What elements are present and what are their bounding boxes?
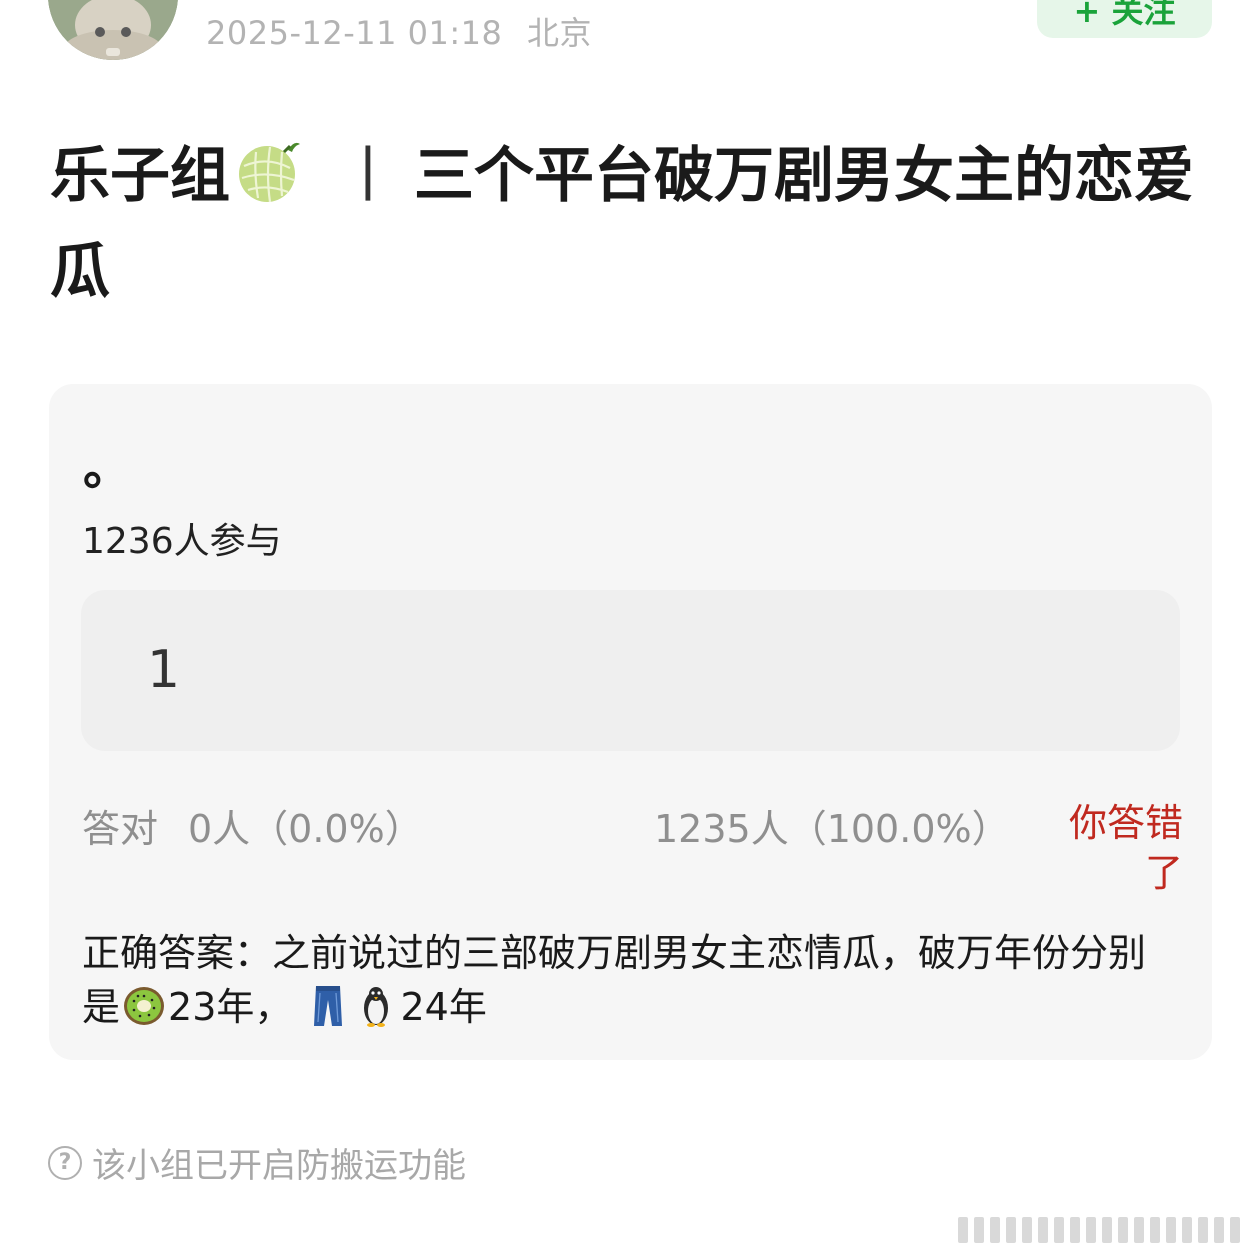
- penguin-icon: [354, 984, 398, 1028]
- title-separator: 丨: [338, 141, 398, 211]
- post-timestamp: 2025-12-11 01:18: [206, 14, 503, 52]
- melon-icon: [234, 136, 304, 206]
- anti-repost-notice: ? 该小组已开启防搬运功能: [48, 1138, 466, 1187]
- kiwi-icon: [122, 984, 166, 1028]
- quiz-card: 。 1236人参与 1 答对 0人（0.0%） 1235人（100.0%） 你答…: [49, 384, 1212, 1060]
- post-location: 北京: [527, 14, 593, 52]
- correct-answer: 正确答案：之前说过的三部破万剧男女主恋情瓜，破万年份分别是 23年， 24年: [82, 926, 1182, 1034]
- quiz-option[interactable]: 1: [81, 590, 1180, 751]
- wrong-count: 1235人（100.0%）: [654, 807, 1010, 851]
- result-badge: 你答错了: [1068, 801, 1183, 895]
- cat-avatar-icon: [48, 0, 178, 60]
- correct-count: 0人（0.0%）: [188, 807, 423, 851]
- quiz-question: 。: [83, 440, 132, 496]
- post-title: 乐子组 丨三个平台破万剧男女主的恋爱瓜: [50, 128, 1220, 320]
- title-prefix: 乐子组: [50, 141, 230, 211]
- question-circle-icon: ?: [48, 1145, 82, 1180]
- answer-year-1: 23年，: [168, 985, 293, 1029]
- post-meta: 2025-12-11 01:18 北京: [206, 8, 592, 54]
- avatar[interactable]: [48, 0, 178, 60]
- answer-year-2: 24年: [400, 985, 487, 1029]
- watermark: [958, 1211, 1248, 1245]
- correct-label: 答对: [82, 807, 159, 851]
- quiz-participants: 1236人参与: [82, 521, 282, 562]
- watermark-stripes-icon: [958, 1217, 1240, 1243]
- notice-text: 该小组已开启防搬运功能: [92, 1146, 466, 1186]
- quiz-option-label: 1: [147, 640, 181, 700]
- follow-button[interactable]: + 关注: [1037, 0, 1212, 38]
- jeans-icon: [306, 984, 350, 1028]
- post-page: 2025-12-11 01:18 北京 + 关注 乐子组 丨三个平台破万剧男女主…: [0, 0, 1260, 1251]
